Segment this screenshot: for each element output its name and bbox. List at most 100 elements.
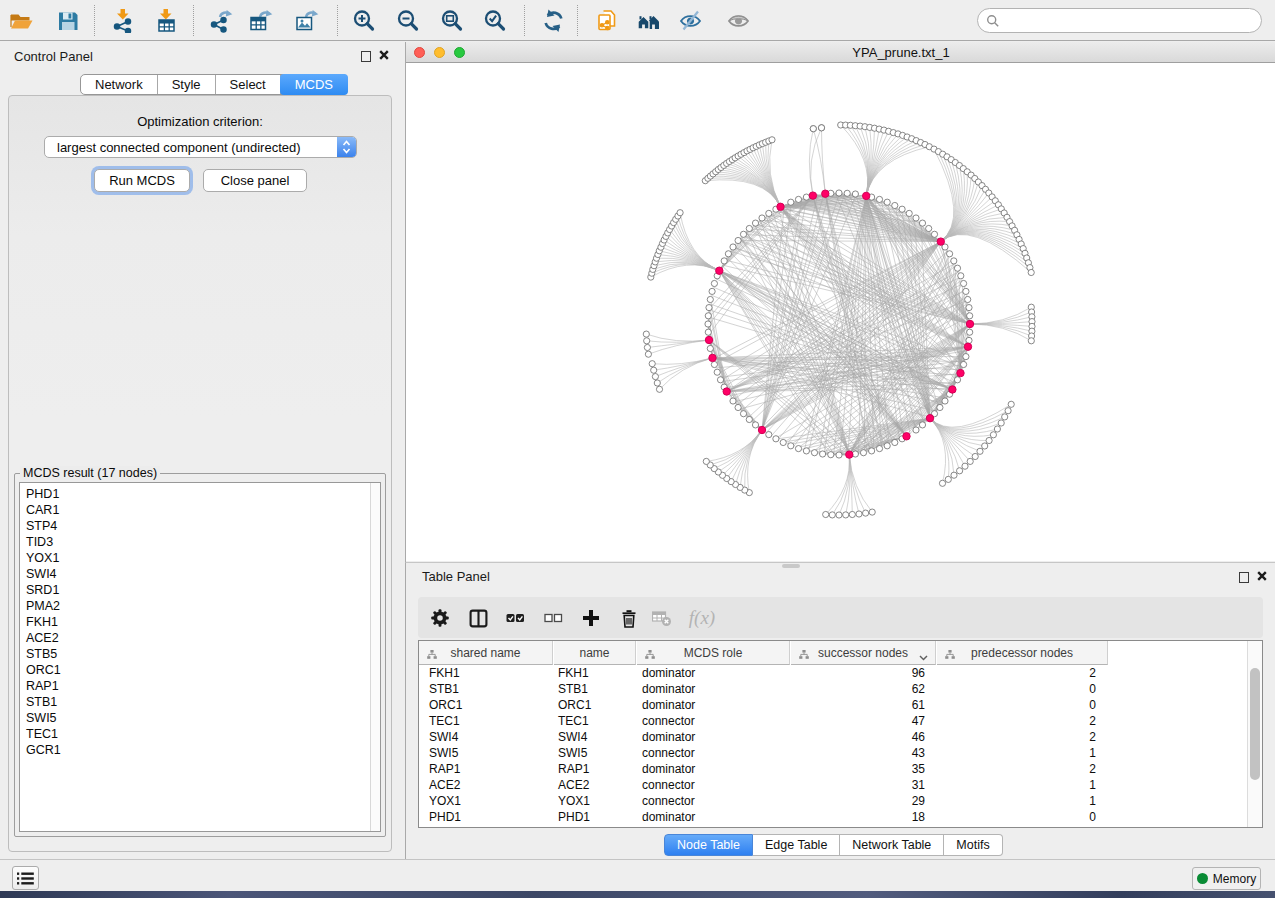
tree-icon	[645, 648, 655, 662]
tree-icon	[945, 648, 955, 662]
network-view-titlebar[interactable]: YPA_prune.txt_1	[406, 42, 1275, 63]
table-row-ORC1[interactable]: ORC1ORC1dominator610	[419, 697, 1247, 713]
mcds-result-item[interactable]: PMA2	[26, 598, 61, 614]
columns-icon[interactable]	[467, 607, 489, 629]
mcds-result-item[interactable]: ACE2	[26, 630, 61, 646]
table-row-PHD1[interactable]: PHD1PHD1dominator180	[419, 809, 1247, 825]
select-stepper-icon	[337, 137, 356, 157]
zoom-out-icon[interactable]	[394, 7, 421, 34]
mcds-result-item[interactable]: STB5	[26, 646, 61, 662]
mcds-result-scrollbar[interactable]	[370, 483, 380, 831]
control-panel-tab-network[interactable]: Network	[81, 75, 158, 94]
zoom-in-icon[interactable]	[350, 7, 377, 34]
mcds-result-item[interactable]: ORC1	[26, 662, 61, 678]
network-view-frame: YPA_prune.txt_1	[405, 42, 1275, 562]
table-panel-grip[interactable]	[782, 564, 800, 568]
table-tab-node-table[interactable]: Node Table	[664, 834, 753, 856]
table-row-TEC1[interactable]: TEC1TEC1connector472	[419, 713, 1247, 729]
deselect-all-icon[interactable]	[542, 607, 564, 629]
zoom-fit-icon[interactable]	[438, 7, 465, 34]
mcds-result-item[interactable]: CAR1	[26, 502, 61, 518]
table-row-ACE2[interactable]: ACE2ACE2connector311	[419, 777, 1247, 793]
table-scrollbar-thumb[interactable]	[1250, 668, 1260, 780]
mcds-result-item[interactable]: SRD1	[26, 582, 61, 598]
search-icon	[986, 14, 1000, 28]
import-table-icon[interactable]	[152, 7, 179, 34]
column-header-name[interactable]: name	[554, 641, 636, 665]
memory-status-icon	[1197, 873, 1208, 884]
column-header-predecessor-nodes[interactable]: predecessor nodes	[937, 641, 1108, 665]
mcds-result-item[interactable]: FKH1	[26, 614, 61, 630]
column-header-successor-nodes[interactable]: successor nodes	[791, 641, 936, 665]
control-panel-float-icon[interactable]	[361, 51, 371, 62]
network-canvas[interactable]	[406, 63, 1275, 561]
zoom-selected-icon[interactable]	[481, 7, 508, 34]
mcds-result-item[interactable]: STP4	[26, 518, 61, 534]
memory-button[interactable]: Memory	[1192, 867, 1261, 890]
control-panel-tab-select[interactable]: Select	[216, 75, 281, 94]
mcds-result-item[interactable]: YOX1	[26, 550, 61, 566]
table-tabs: Node TableEdge TableNetwork TableMotifs	[664, 834, 1003, 856]
export-table-icon[interactable]	[247, 7, 274, 34]
select-all-icon[interactable]	[504, 607, 526, 629]
open-session-icon[interactable]	[7, 7, 34, 34]
table-row-SWI5[interactable]: SWI5SWI5connector431	[419, 745, 1247, 761]
control-panel-tab-style[interactable]: Style	[158, 75, 216, 94]
export-network-icon[interactable]	[207, 7, 234, 34]
node-table: shared namenameMCDS rolesuccessor nodesp…	[418, 640, 1263, 828]
control-panel-close-icon[interactable]	[379, 48, 389, 63]
table-tab-network-table[interactable]: Network Table	[840, 834, 944, 856]
memory-label: Memory	[1213, 872, 1256, 886]
refresh-layout-icon[interactable]	[540, 7, 567, 34]
network-leaf-nodes[interactable]	[643, 122, 1035, 518]
close-panel-button[interactable]: Close panel	[203, 169, 307, 192]
toolbar-divider	[193, 5, 194, 36]
mcds-result-item[interactable]: RAP1	[26, 678, 61, 694]
table-tab-motifs[interactable]: Motifs	[944, 834, 1002, 856]
mcds-result-list[interactable]: PHD1CAR1STP4TID3YOX1SWI4SRD1PMA2FKH1ACE2…	[19, 482, 381, 832]
mcds-result-item[interactable]: TEC1	[26, 726, 61, 742]
status-bar: Memory	[0, 859, 1275, 891]
control-panel-tab-mcds[interactable]: MCDS	[280, 74, 348, 95]
mcds-result-item[interactable]: GCR1	[26, 742, 61, 758]
column-header-shared-name[interactable]: shared name	[419, 641, 553, 665]
mcds-result-item[interactable]: STB1	[26, 694, 61, 710]
table-scrollbar[interactable]	[1247, 641, 1262, 827]
table-row-SWI4[interactable]: SWI4SWI4dominator462	[419, 729, 1247, 745]
import-network-icon[interactable]	[109, 7, 136, 34]
table-panel-close-icon[interactable]	[1257, 569, 1267, 584]
network-view-title: YPA_prune.txt_1	[406, 45, 1275, 60]
main-toolbar	[0, 0, 1275, 41]
hide-details-icon[interactable]	[677, 7, 704, 34]
tree-icon	[799, 648, 809, 662]
run-mcds-button[interactable]: Run MCDS	[94, 169, 190, 192]
mcds-result-item[interactable]: TID3	[26, 534, 61, 550]
overview-icon[interactable]	[635, 7, 662, 34]
mcds-result-item[interactable]: SWI5	[26, 710, 61, 726]
cytoscape-window: Control Panel NetworkStyleSelectMCDS Opt…	[0, 0, 1275, 891]
add-icon[interactable]	[580, 607, 602, 629]
optimization-criterion-select[interactable]: largest connected component (undirected)	[44, 136, 357, 158]
delete-icon[interactable]	[618, 607, 640, 629]
column-header-MCDS-role[interactable]: MCDS role	[637, 641, 790, 665]
tree-icon	[427, 648, 437, 662]
task-history-button[interactable]	[12, 866, 39, 890]
mcds-result-item[interactable]: SWI4	[26, 566, 61, 582]
table-row-RAP1[interactable]: RAP1RAP1dominator352	[419, 761, 1247, 777]
export-image-icon[interactable]	[293, 7, 320, 34]
table-row-YOX1[interactable]: YOX1YOX1connector291	[419, 793, 1247, 809]
show-details-icon[interactable]	[725, 7, 752, 34]
search-input[interactable]	[977, 8, 1262, 33]
table-tab-edge-table[interactable]: Edge Table	[753, 834, 840, 856]
mcds-result-item[interactable]: PHD1	[26, 486, 61, 502]
optimization-criterion-value: largest connected component (undirected)	[57, 140, 301, 155]
gear-icon[interactable]	[429, 607, 451, 629]
table-row-FKH1[interactable]: FKH1FKH1dominator962	[419, 665, 1247, 681]
table-toolbar: f(x)	[418, 597, 1263, 638]
table-panel-float-icon[interactable]	[1239, 572, 1249, 583]
table-row-STB1[interactable]: STB1STB1dominator620	[419, 681, 1247, 697]
save-session-icon[interactable]	[54, 7, 81, 34]
share-document-icon[interactable]	[593, 7, 620, 34]
control-panel-title: Control Panel	[14, 49, 93, 64]
delete-table-icon	[651, 607, 673, 629]
